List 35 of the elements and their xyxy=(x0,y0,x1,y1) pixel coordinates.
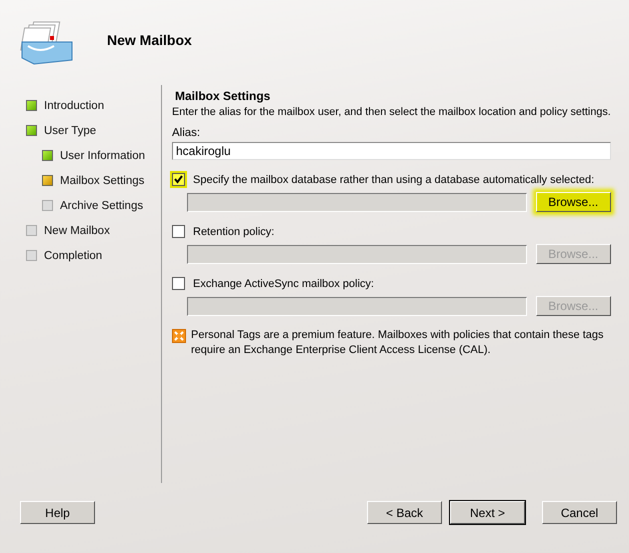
checkbox[interactable] xyxy=(172,277,185,290)
step-status-icon xyxy=(26,100,37,111)
checkbox-label: Exchange ActiveSync mailbox policy: xyxy=(193,278,374,290)
step-status-icon xyxy=(42,150,53,161)
checkbox-label: Retention policy: xyxy=(193,226,274,238)
path-field[interactable] xyxy=(187,244,527,264)
step-status-icon xyxy=(26,125,37,136)
step-label: Mailbox Settings xyxy=(60,174,144,186)
checkbox[interactable] xyxy=(172,225,185,238)
path-field[interactable] xyxy=(187,296,527,316)
path-field[interactable] xyxy=(187,192,527,212)
exchange-logo-icon xyxy=(172,329,186,343)
step-status-icon xyxy=(42,175,53,186)
checkbox-label: Specify the mailbox database rather than using a database automatically selected: xyxy=(193,174,594,186)
note-text: Personal Tags are a premium feature. Mailboxes with policies that contain these tags require an Exchange Enterprise Client Access License (CAL). xyxy=(191,328,605,358)
step-status-icon xyxy=(26,225,37,236)
step-label: Archive Settings xyxy=(60,200,144,212)
dialog-button[interactable]: Cancel xyxy=(542,501,617,524)
step-status-icon xyxy=(26,250,37,261)
alias-field[interactable]: hcakiroglu xyxy=(172,142,611,160)
window-title: New Mailbox xyxy=(107,32,192,48)
dialog-button[interactable]: < Back xyxy=(367,501,442,524)
step-label: User Information xyxy=(60,150,146,162)
browse-button[interactable]: Browse... xyxy=(536,192,611,212)
step-label: Introduction xyxy=(44,100,104,112)
alias-label: Alias: xyxy=(172,127,202,139)
step-status-icon xyxy=(42,200,53,211)
section-heading: Mailbox Settings xyxy=(175,89,272,103)
section-description: Enter the alias for the mailbox user, and then select the mailbox location and policy settings. xyxy=(172,106,611,118)
step-label: User Type xyxy=(44,124,96,136)
step-label: Completion xyxy=(44,250,102,262)
checkbox[interactable] xyxy=(172,173,185,186)
dialog-button[interactable]: Help xyxy=(20,501,95,524)
step-label: New Mailbox xyxy=(44,224,110,236)
dialog-button[interactable]: Next > xyxy=(450,501,525,524)
